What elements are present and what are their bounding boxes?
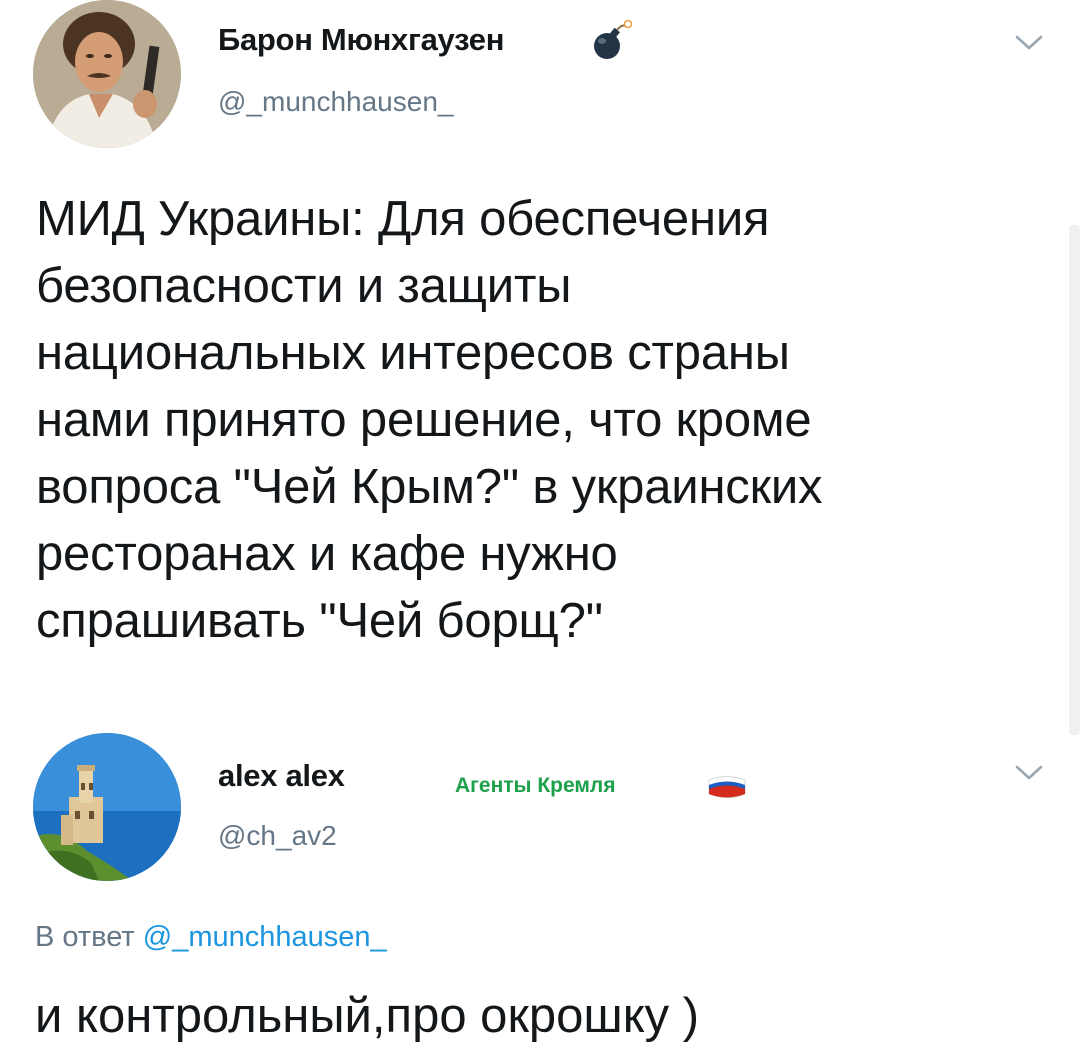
russian-flag-icon bbox=[708, 776, 746, 798]
chevron-down-icon[interactable] bbox=[1014, 32, 1044, 52]
chevron-down-icon[interactable] bbox=[1014, 762, 1044, 782]
author-avatar[interactable] bbox=[33, 0, 181, 148]
reply-text: и контрольный,про окрошку ) bbox=[35, 989, 700, 1043]
reply-prefix: В ответ bbox=[35, 921, 135, 953]
reply-author-avatar[interactable] bbox=[33, 733, 181, 881]
reply-author-handle[interactable]: @ch_av2 bbox=[218, 820, 337, 852]
reply-author-avatar-image bbox=[33, 733, 181, 881]
author-avatar-image bbox=[33, 0, 181, 148]
reply-context: В ответ @_munchhausen_ bbox=[35, 921, 387, 954]
badge-label: Агенты Кремля bbox=[455, 774, 616, 797]
author-handle[interactable]: @_munchhausen_ bbox=[218, 86, 453, 118]
reply-author-name[interactable]: alex alex bbox=[218, 758, 345, 794]
bomb-icon bbox=[594, 19, 633, 59]
tweet-text: МИД Украины: Для обеспечения безопасност… bbox=[36, 192, 823, 648]
author-name[interactable]: Барон Мюнхгаузен bbox=[218, 22, 504, 58]
scroll-indicator bbox=[1069, 225, 1080, 735]
reply-mention-link[interactable]: @_munchhausen_ bbox=[143, 921, 387, 953]
